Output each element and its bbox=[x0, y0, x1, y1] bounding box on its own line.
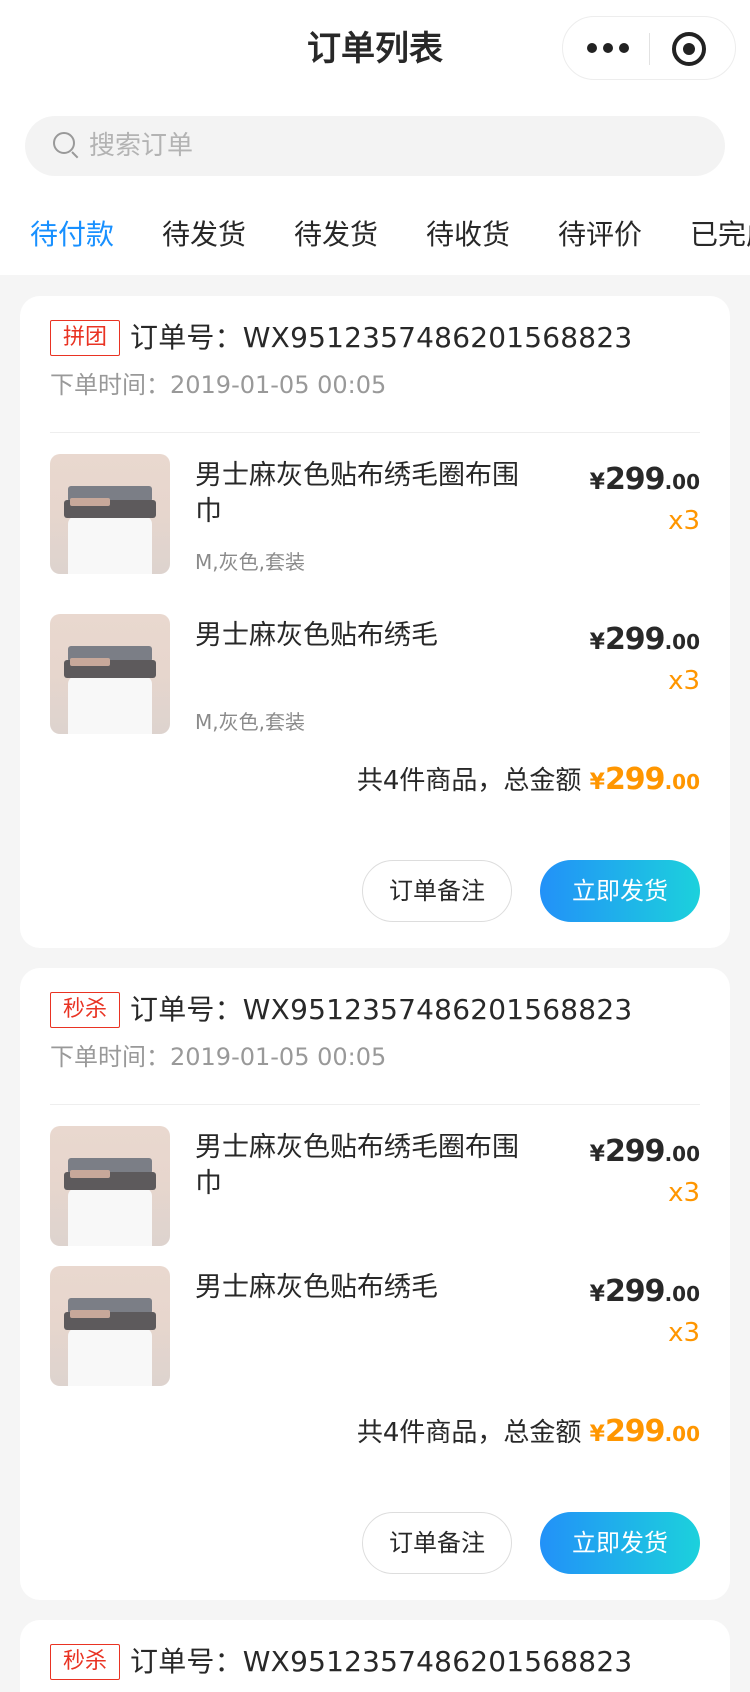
product-item[interactable]: 男士麻灰色贴布绣毛 ¥299.00 x3 bbox=[50, 1266, 700, 1386]
order-type-badge: 拼团 bbox=[50, 320, 120, 356]
product-price: ¥299.00 bbox=[589, 1274, 700, 1309]
product-name: 男士麻灰色贴布绣毛 bbox=[195, 1272, 438, 1303]
total-label: 共4件商品，总金额 bbox=[356, 766, 582, 796]
product-item[interactable]: 男士麻灰色贴布绣毛圈布围巾 M,灰色,套装 ¥299.00 x3 bbox=[50, 454, 700, 574]
order-note-button[interactable]: 订单备注 bbox=[362, 1512, 512, 1574]
product-name: 男士麻灰色贴布绣毛 bbox=[195, 620, 438, 651]
product-item[interactable]: 男士麻灰色贴布绣毛 M,灰色,套装 ¥299.00 x3 bbox=[50, 614, 700, 734]
more-dots-icon[interactable] bbox=[587, 31, 631, 65]
total-amount: ¥299.00 bbox=[589, 762, 700, 797]
product-image bbox=[50, 1266, 170, 1386]
order-card: 秒杀 订单号：WX9512357486201568823 bbox=[20, 1620, 730, 1692]
product-sku: M,灰色,套装 bbox=[195, 550, 305, 574]
order-number: 订单号：WX9512357486201568823 bbox=[130, 1645, 633, 1678]
status-tabs: 待付款 待发货 待发货 待收货 待评价 已完成 bbox=[0, 205, 750, 265]
order-number: 订单号：WX9512357486201568823 bbox=[130, 321, 633, 354]
order-card: 秒杀 订单号：WX9512357486201568823 下单时间：2019-0… bbox=[20, 968, 730, 1600]
product-quantity: x3 bbox=[668, 1318, 700, 1348]
divider bbox=[50, 432, 700, 433]
order-type-badge: 秒杀 bbox=[50, 1644, 120, 1680]
product-name: 男士麻灰色贴布绣毛圈布围巾 bbox=[195, 460, 519, 527]
product-image bbox=[50, 614, 170, 734]
tab-completed[interactable]: 已完成 bbox=[690, 205, 750, 265]
product-image bbox=[50, 454, 170, 574]
product-sku: M,灰色,套装 bbox=[195, 710, 305, 734]
order-number: 订单号：WX9512357486201568823 bbox=[130, 993, 633, 1026]
search-placeholder: 搜索订单 bbox=[89, 131, 194, 161]
order-time: 下单时间：2019-01-05 00:05 bbox=[50, 371, 387, 399]
product-item[interactable]: 男士麻灰色贴布绣毛圈布围巾 ¥299.00 x3 bbox=[50, 1126, 700, 1246]
order-type-badge: 秒杀 bbox=[50, 992, 120, 1028]
tab-pending-payment[interactable]: 待付款 bbox=[30, 205, 114, 265]
divider bbox=[50, 1104, 700, 1105]
order-time: 下单时间：2019-01-05 00:05 bbox=[50, 1043, 387, 1071]
search-icon bbox=[53, 132, 79, 159]
product-image bbox=[50, 1126, 170, 1246]
product-name: 男士麻灰色贴布绣毛圈布围巾 bbox=[195, 1132, 519, 1199]
ship-now-button[interactable]: 立即发货 bbox=[540, 1512, 700, 1574]
total-amount: ¥299.00 bbox=[589, 1414, 700, 1449]
search-input[interactable]: 搜索订单 bbox=[25, 116, 725, 176]
ship-now-button[interactable]: 立即发货 bbox=[540, 860, 700, 922]
tab-pending-shipment[interactable]: 待发货 bbox=[162, 205, 246, 265]
product-quantity: x3 bbox=[668, 1178, 700, 1208]
order-total: 共4件商品，总金额 ¥299.00 bbox=[357, 1412, 700, 1449]
capsule-divider bbox=[649, 33, 650, 65]
order-total: 共4件商品，总金额 ¥299.00 bbox=[357, 760, 700, 797]
total-label: 共4件商品，总金额 bbox=[356, 1418, 582, 1448]
product-price: ¥299.00 bbox=[589, 462, 700, 497]
tab-pending-shipment-2[interactable]: 待发货 bbox=[294, 205, 378, 265]
product-quantity: x3 bbox=[668, 666, 700, 696]
product-price: ¥299.00 bbox=[589, 622, 700, 657]
tab-pending-review[interactable]: 待评价 bbox=[558, 205, 642, 265]
order-note-button[interactable]: 订单备注 bbox=[362, 860, 512, 922]
product-quantity: x3 bbox=[668, 506, 700, 536]
product-price: ¥299.00 bbox=[589, 1134, 700, 1169]
mini-program-capsule bbox=[562, 16, 736, 80]
order-card: 拼团 订单号：WX9512357486201568823 下单时间：2019-0… bbox=[20, 296, 730, 948]
target-icon[interactable] bbox=[672, 32, 706, 66]
header: 订单列表 搜索订单 待付款 待发货 待发货 待收货 待评价 已完成 bbox=[0, 0, 750, 275]
tab-pending-receipt[interactable]: 待收货 bbox=[426, 205, 510, 265]
